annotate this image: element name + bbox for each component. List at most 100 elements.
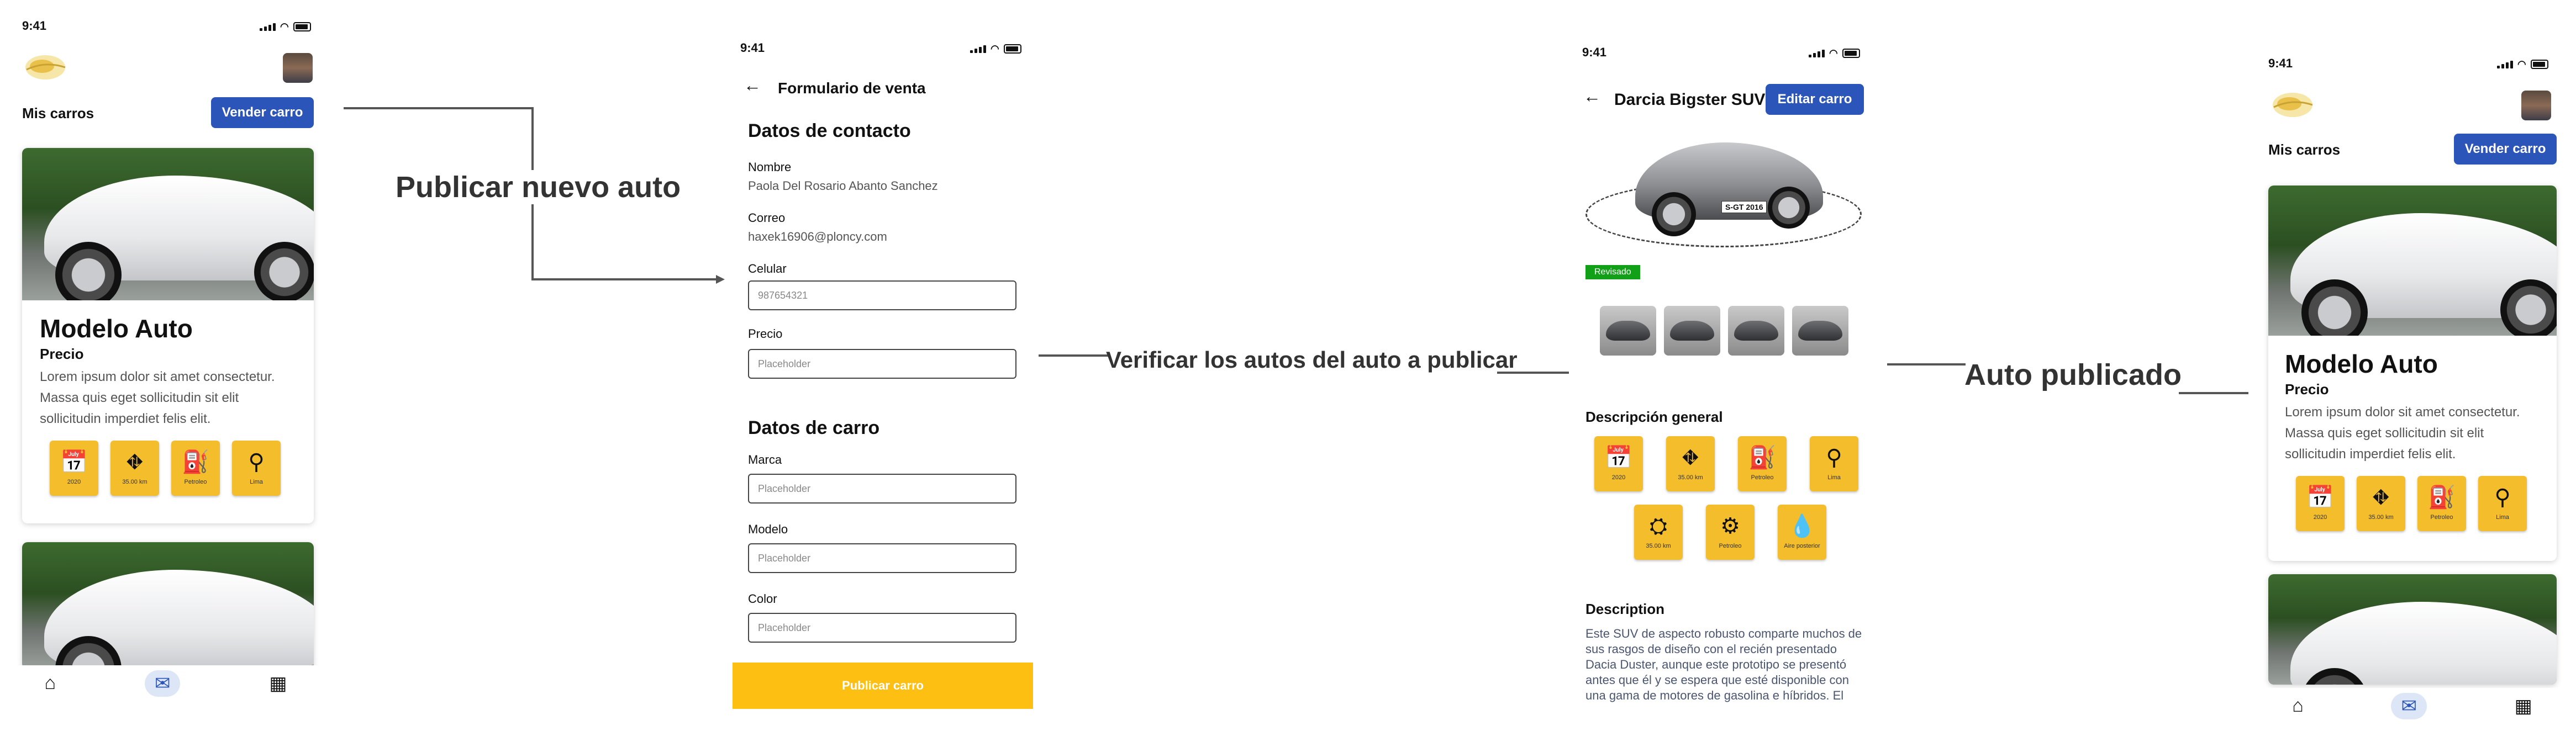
gearbox-icon: ⛭	[1650, 514, 1667, 538]
name-label: Nombre	[748, 160, 792, 174]
car-card[interactable]	[22, 542, 314, 669]
model-field[interactable]: Placeholder	[748, 543, 1016, 573]
edit-car-button[interactable]: Editar carro	[1766, 84, 1864, 115]
screen-my-cars-published: 9:41 ◠ Mis carros Vender carro Modelo Au…	[2248, 38, 2576, 733]
feature-location: ⚲ Lima	[1810, 436, 1858, 491]
feature-engine: ⚙ Petroleo	[1706, 505, 1755, 560]
email-label: Correo	[748, 211, 786, 225]
feature-year: 📅 2020	[2296, 476, 2345, 531]
grid-icon[interactable]: ▦	[269, 672, 287, 695]
feature-oil: 💧 Aire posterior	[1778, 505, 1826, 560]
status-badge: Revisado	[1585, 265, 1640, 279]
inbox-icon[interactable]: ✉	[2391, 692, 2427, 719]
car-photo	[2268, 186, 2557, 336]
grid-icon[interactable]: ▦	[2515, 695, 2532, 717]
calendar-icon: 📅	[2306, 485, 2334, 510]
price-field[interactable]: Placeholder	[748, 349, 1016, 379]
thumbnail[interactable]	[1728, 306, 1784, 356]
thumbnail-strip	[1600, 306, 1848, 356]
car-description: Lorem ipsum dolor sit amet consectetur. …	[2285, 405, 2520, 462]
calendar-icon: 📅	[60, 450, 88, 474]
sell-car-button[interactable]: Vender carro	[2454, 134, 2557, 165]
status-icons: ◠	[1809, 47, 1860, 59]
brand-logo	[2273, 93, 2313, 117]
car-card[interactable]: Modelo Auto Precio Lorem ipsum dolor sit…	[2268, 186, 2557, 561]
calendar-icon: 📅	[1605, 446, 1632, 470]
car-photo	[22, 542, 314, 669]
feature-year: 📅 2020	[50, 441, 98, 496]
fuel-icon: ⛽	[1748, 446, 1776, 470]
car-photo	[22, 148, 314, 300]
publish-car-button[interactable]: Publicar carro	[733, 663, 1033, 709]
wifi-icon: ◠	[280, 21, 289, 32]
flow-label-verificar: Verificar los autos del auto a publicar	[1106, 347, 1518, 373]
avatar[interactable]	[2521, 91, 2551, 120]
feature-fuel: ⛽ Petroleo	[171, 441, 220, 496]
wifi-icon: ◠	[1829, 47, 1838, 59]
bottom-nav: ⌂ ✉ ▦	[2248, 688, 2576, 724]
avatar[interactable]	[283, 53, 313, 83]
description-title: Description	[1585, 601, 1665, 617]
feature-row: 📅 2020 ⛖ 35.00 km ⛽ Petroleo ⚲ Lima	[50, 441, 281, 496]
road-icon: ⛖	[2372, 485, 2390, 510]
fuel-icon: ⛽	[2428, 485, 2456, 510]
fuel-icon: ⛽	[182, 450, 209, 474]
signal-icon	[260, 23, 276, 31]
car-card[interactable]	[2268, 574, 2557, 685]
home-icon[interactable]: ⌂	[44, 672, 56, 694]
car-model: Modelo Auto	[2285, 349, 2438, 378]
status-time: 9:41	[740, 41, 765, 55]
car-card[interactable]: Modelo Auto Precio Lorem ipsum dolor sit…	[22, 148, 314, 523]
back-arrow-icon[interactable]: ←	[1583, 86, 1601, 107]
back-arrow-icon[interactable]: ←	[744, 75, 761, 96]
signal-icon	[1809, 49, 1825, 57]
brand-field[interactable]: Placeholder	[748, 474, 1016, 504]
feature-fuel: ⛽ Petroleo	[2417, 476, 2466, 531]
wifi-icon: ◠	[991, 43, 999, 54]
page-title: Formulario de venta	[778, 80, 926, 97]
screen-sale-form: 9:41 ◠ ← Formulario de venta Datos de co…	[729, 33, 1039, 718]
brand-label: Marca	[748, 453, 782, 467]
phone-label: Celular	[748, 262, 787, 276]
battery-icon	[1842, 49, 1860, 58]
location-icon: ⚲	[1826, 446, 1842, 470]
feature-transmission: ⛭ 35.00 km	[1634, 505, 1683, 560]
car-model: Modelo Auto	[40, 314, 193, 343]
home-icon[interactable]: ⌂	[2292, 695, 2304, 717]
feature-row: ⛭ 35.00 km ⚙ Petroleo 💧 Aire posterior	[1634, 505, 1826, 560]
road-icon: ⛖	[1682, 446, 1699, 470]
screen-my-cars: 9:41 ◠ Mis carros Vender carro Modelo Au…	[0, 0, 331, 712]
battery-icon	[1003, 44, 1021, 54]
screen-car-detail: 9:41 ◠ ← Darcia Bigster SUV Editar carro…	[1569, 38, 1878, 718]
signal-icon	[2497, 60, 2513, 68]
oil-drop-icon: 💧	[1788, 514, 1816, 538]
thumbnail[interactable]	[1664, 306, 1720, 356]
sell-car-button[interactable]: Vender carro	[211, 97, 314, 128]
feature-mileage: ⛖ 35.00 km	[2357, 476, 2405, 531]
color-field[interactable]: Placeholder	[748, 613, 1016, 643]
thumbnail[interactable]	[1600, 306, 1656, 356]
phone-field[interactable]: 987654321	[748, 280, 1016, 310]
name-value: Paola Del Rosario Abanto Sanchez	[748, 179, 938, 193]
bottom-nav: ⌂ ✉ ▦	[0, 665, 331, 701]
flow-arrow-2-left	[1033, 354, 1108, 357]
description-text: Este SUV de aspecto robusto comparte muc…	[1585, 627, 1862, 702]
flow-label-publicar: Publicar nuevo auto	[392, 170, 684, 204]
flow-arrowhead-1	[716, 275, 725, 284]
engine-icon: ⚙	[1720, 514, 1740, 538]
license-plate: S-GT 2016	[1721, 201, 1767, 213]
flow-arrow-1-bottom	[531, 278, 718, 280]
road-icon: ⛖	[126, 450, 144, 474]
thumbnail[interactable]	[1792, 306, 1848, 356]
status-icons: ◠	[970, 43, 1021, 55]
car-price: Precio	[40, 346, 84, 362]
wifi-icon: ◠	[2517, 59, 2526, 70]
page-title: Mis carros	[2268, 141, 2341, 158]
location-icon: ⚲	[248, 450, 265, 474]
car-description: Lorem ipsum dolor sit amet consectetur. …	[40, 369, 275, 426]
status-icons: ◠	[260, 21, 311, 33]
car-section-title: Datos de carro	[748, 417, 880, 438]
feature-location: ⚲ Lima	[232, 441, 281, 496]
flow-arrow-3-left	[1887, 363, 1966, 365]
inbox-icon[interactable]: ✉	[144, 670, 181, 697]
